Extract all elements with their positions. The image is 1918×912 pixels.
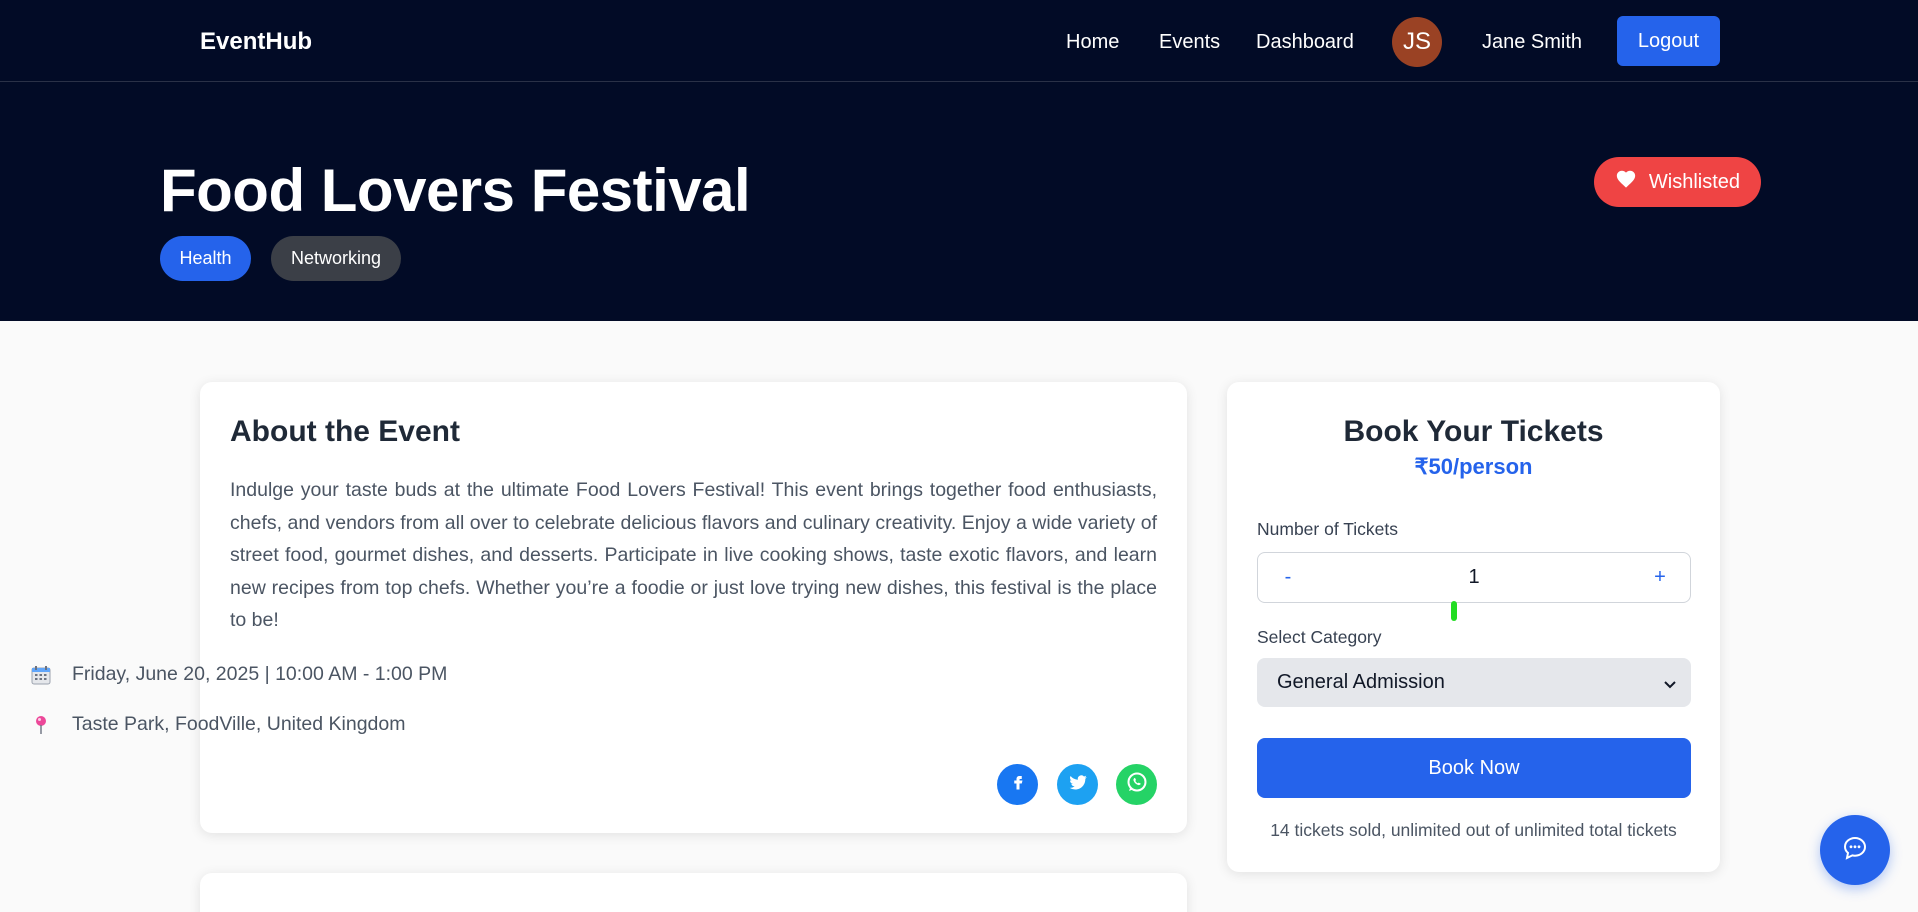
ticket-count-input[interactable]: 1 <box>1318 553 1630 602</box>
calendar-icon <box>30 664 52 686</box>
whatsapp-icon <box>1125 770 1149 799</box>
chat-icon <box>1841 834 1869 867</box>
tag-networking[interactable]: Networking <box>271 236 401 281</box>
event-date-row: Friday, June 20, 2025 | 10:00 AM - 1:00 … <box>30 663 447 686</box>
top-navbar: EventHub Home Events Dashboard JS Jane S… <box>0 0 1918 82</box>
facebook-share-button[interactable] <box>997 764 1038 805</box>
decrease-tickets-button[interactable]: - <box>1258 553 1318 602</box>
brand-logo[interactable]: EventHub <box>200 28 312 56</box>
event-description: Indulge your taste buds at the ultimate … <box>230 479 1157 632</box>
logout-button[interactable]: Logout <box>1617 16 1720 66</box>
wishlist-button[interactable]: Wishlisted <box>1594 157 1761 207</box>
booking-title: Book Your Tickets <box>1343 415 1604 448</box>
category-select[interactable]: General Admission <box>1257 658 1691 707</box>
about-title: About the Event <box>230 415 460 448</box>
ticket-quantity-stepper: - 1 + <box>1257 552 1691 603</box>
nav-link-events[interactable]: Events <box>1159 31 1220 54</box>
tickets-sold-text: 14 tickets sold, unlimited out of unlimi… <box>1270 820 1677 840</box>
twitter-share-button[interactable] <box>1057 764 1098 805</box>
nav-link-dashboard[interactable]: Dashboard <box>1256 31 1354 54</box>
event-location-row: Taste Park, FoodVille, United Kingdom <box>30 713 405 736</box>
schedule-card <box>200 873 1187 912</box>
booking-card: Book Your Tickets ₹50/person Number of T… <box>1227 382 1720 872</box>
drag-handle[interactable] <box>1451 601 1457 621</box>
wishlist-label: Wishlisted <box>1648 170 1741 193</box>
book-now-button[interactable]: Book Now <box>1257 738 1691 798</box>
increase-tickets-button[interactable]: + <box>1630 553 1690 602</box>
chat-button[interactable] <box>1820 815 1890 885</box>
event-location: Taste Park, FoodVille, United Kingdom <box>72 713 406 735</box>
about-event-card: About the Event Indulge your taste buds … <box>200 382 1187 833</box>
tickets-label: Number of Tickets <box>1257 519 1399 539</box>
event-hero: Food Lovers Festival Health Networking W… <box>0 82 1918 321</box>
category-selected-value: General Admission <box>1277 671 1445 693</box>
nav-link-home[interactable]: Home <box>1066 31 1119 54</box>
chevron-down-icon <box>1663 674 1677 689</box>
avatar[interactable]: JS <box>1392 17 1442 67</box>
whatsapp-share-button[interactable] <box>1116 764 1157 805</box>
twitter-icon <box>1068 772 1088 797</box>
heart-icon <box>1615 168 1637 196</box>
user-name: Jane Smith <box>1482 31 1583 53</box>
event-title: Food Lovers Festival <box>160 157 751 224</box>
event-date-time: Friday, June 20, 2025 | 10:00 AM - 1:00 … <box>72 663 448 685</box>
facebook-icon <box>1009 773 1027 796</box>
category-label: Select Category <box>1257 627 1382 647</box>
ticket-price: ₹50/person <box>1414 454 1533 479</box>
tag-health[interactable]: Health <box>160 236 251 281</box>
location-pin-icon <box>30 714 52 736</box>
